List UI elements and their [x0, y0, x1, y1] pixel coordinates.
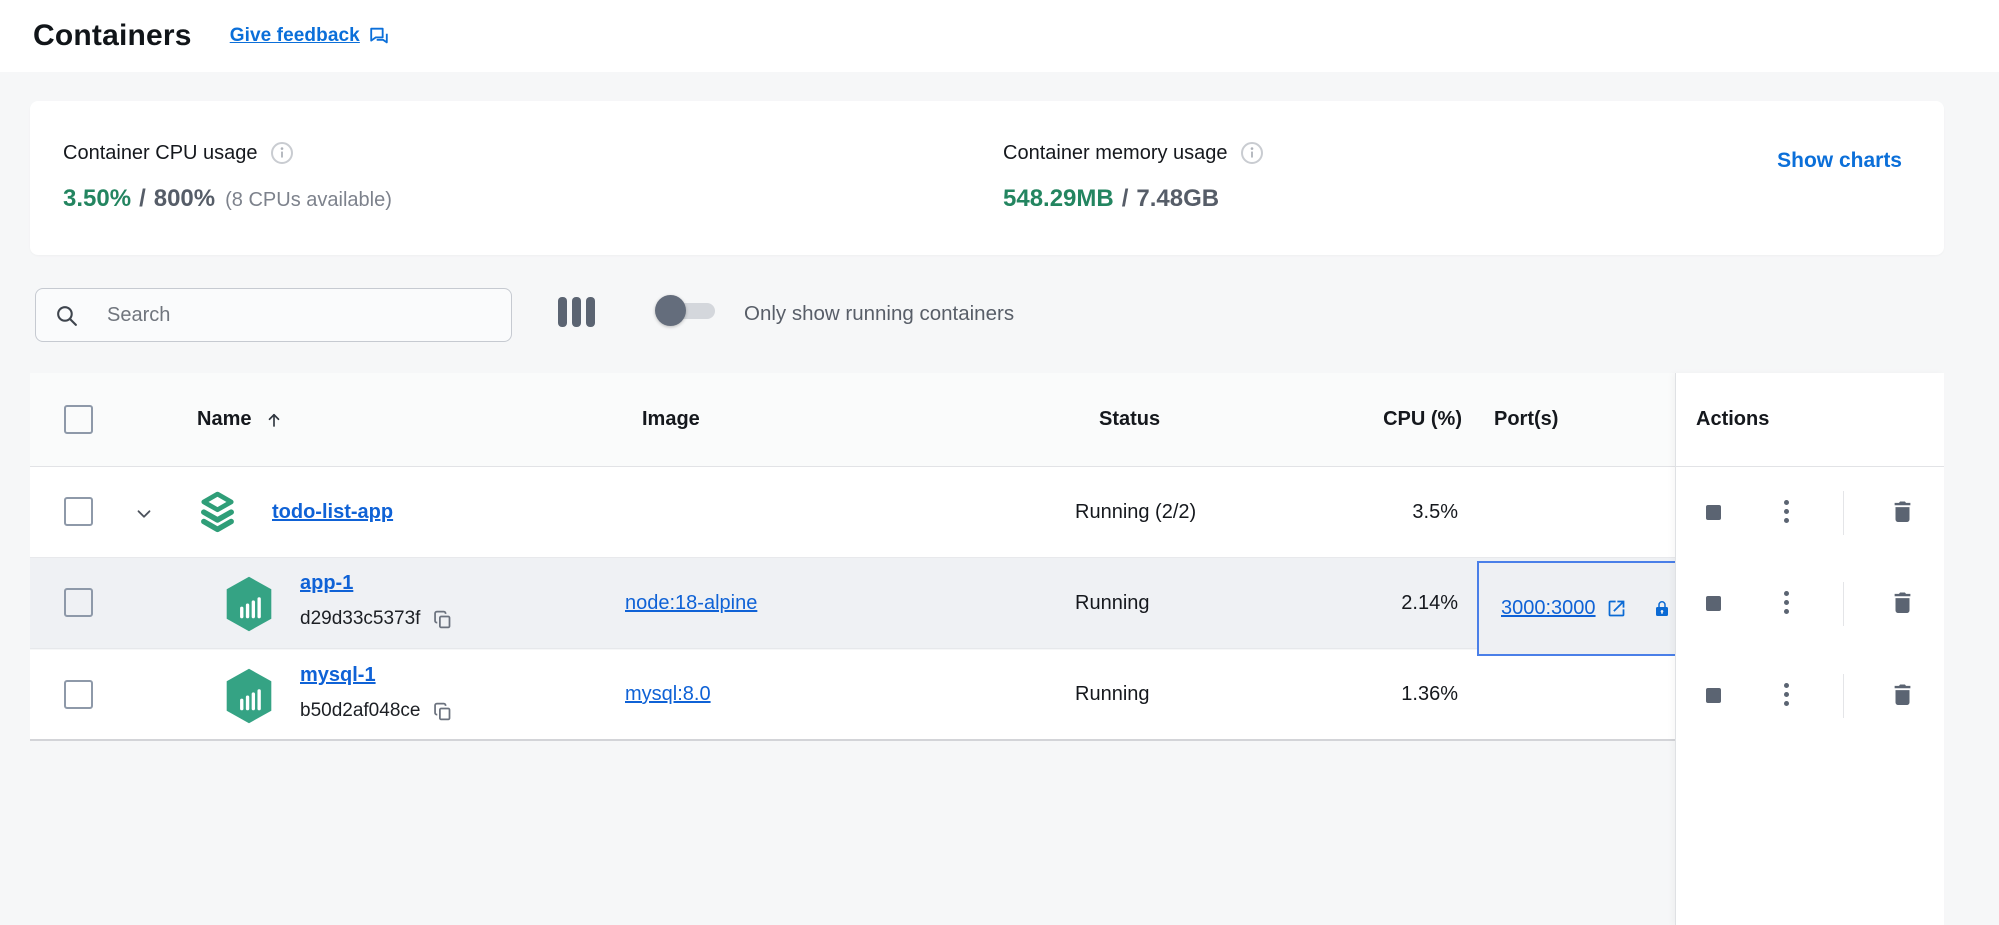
toggle-knob [655, 295, 686, 326]
open-port-external-link-icon[interactable] [1606, 598, 1627, 619]
collapse-stack-chevron-icon[interactable] [133, 503, 155, 525]
image-link[interactable]: mysql:8.0 [625, 683, 711, 706]
container-icon [222, 667, 276, 725]
memory-separator: / [1122, 185, 1129, 213]
actions-row-mysql-1 [1676, 650, 1944, 741]
stop-icon[interactable] [1706, 505, 1721, 520]
column-header-ports[interactable]: Port(s) [1494, 373, 1558, 466]
stack-name-link[interactable]: todo-list-app [272, 501, 393, 524]
container-id: b50d2af048ce [300, 700, 420, 722]
cpu-info-icon[interactable] [270, 141, 294, 165]
row-checkbox[interactable] [64, 497, 93, 526]
delete-icon[interactable] [1892, 591, 1913, 614]
column-header-image[interactable]: Image [642, 373, 700, 466]
memory-usage-label: Container memory usage [1003, 142, 1228, 165]
container-name-link[interactable]: app-1 [300, 572, 353, 594]
running-only-toggle-label: Only show running containers [744, 302, 1014, 326]
feedback-chat-icon [368, 25, 390, 47]
more-actions-icon[interactable] [1782, 589, 1791, 616]
column-header-actions: Actions [1676, 373, 1944, 467]
copy-id-icon[interactable] [432, 701, 453, 722]
sort-ascending-icon [265, 411, 283, 429]
title-bar: Containers Give feedback [0, 0, 1999, 72]
row-checkbox[interactable] [64, 680, 93, 709]
copy-id-icon[interactable] [432, 609, 453, 630]
select-all-checkbox[interactable] [64, 405, 93, 434]
cpu-usage-label: Container CPU usage [63, 142, 258, 165]
column-header-name-label: Name [197, 408, 251, 431]
actions-row-todo-list-app [1676, 467, 1944, 558]
column-header-status[interactable]: Status [1099, 373, 1160, 466]
delete-icon[interactable] [1892, 683, 1913, 706]
search-input[interactable] [107, 304, 493, 327]
container-status: Running [1075, 558, 1150, 648]
stack-status: Running (2/2) [1075, 467, 1196, 557]
table-row-todo-list-app: todo-list-app Running (2/2) 3.5% [30, 467, 1675, 558]
search-box[interactable] [35, 288, 512, 342]
compose-stack-icon [194, 489, 241, 536]
row-checkbox[interactable] [64, 588, 93, 617]
give-feedback-link[interactable]: Give feedback [230, 25, 390, 47]
container-cpu: 1.36% [1280, 650, 1458, 739]
port-cell-focused: 3000:3000 [1477, 561, 1683, 656]
container-icon [222, 575, 276, 633]
actions-row-app-1 [1676, 558, 1944, 650]
containers-page: Containers Give feedback Container CPU u… [0, 0, 1999, 925]
actions-column: Actions [1675, 373, 1944, 925]
cpu-total-value: 800% [154, 185, 215, 213]
memory-total-value: 7.48GB [1136, 185, 1219, 213]
delete-icon[interactable] [1892, 500, 1913, 523]
running-only-toggle[interactable] [655, 294, 715, 327]
show-charts-button[interactable]: Show charts [1777, 149, 1902, 173]
resource-usage-card: Container CPU usage 3.50% / 800% (8 CPUs… [30, 101, 1944, 255]
lock-icon [1653, 599, 1671, 618]
table-row-app-1: app-1 d29d33c5373f node:18-alpine Runnin… [30, 558, 1675, 649]
cpu-available-note: (8 CPUs available) [225, 189, 392, 212]
port-link[interactable]: 3000:3000 [1501, 597, 1596, 620]
cpu-used-value: 3.50% [63, 185, 131, 213]
table-header: Name Image Status CPU (%) Port(s) [30, 373, 1675, 467]
container-id: d29d33c5373f [300, 608, 420, 630]
cpu-usage-stat: Container CPU usage 3.50% / 800% (8 CPUs… [63, 141, 392, 213]
container-name-link[interactable]: mysql-1 [300, 664, 376, 686]
search-icon [54, 303, 79, 328]
actions-divider [1843, 674, 1844, 718]
image-link[interactable]: node:18-alpine [625, 592, 757, 615]
memory-usage-stat: Container memory usage 548.29MB / 7.48GB [1003, 141, 1264, 213]
column-header-cpu[interactable]: CPU (%) [1280, 373, 1462, 466]
stop-icon[interactable] [1706, 688, 1721, 703]
table-row-mysql-1: mysql-1 b50d2af048ce mysql:8.0 Running 1… [30, 650, 1675, 741]
memory-info-icon[interactable] [1240, 141, 1264, 165]
container-status: Running [1075, 650, 1150, 739]
actions-divider [1843, 582, 1844, 626]
memory-used-value: 548.29MB [1003, 185, 1114, 213]
more-actions-icon[interactable] [1782, 498, 1791, 525]
give-feedback-label: Give feedback [230, 25, 360, 47]
stop-icon[interactable] [1706, 596, 1721, 611]
stack-cpu: 3.5% [1280, 467, 1458, 557]
column-header-name[interactable]: Name [197, 373, 283, 466]
column-settings-icon[interactable] [558, 297, 595, 327]
actions-divider [1843, 491, 1844, 535]
more-actions-icon[interactable] [1782, 681, 1791, 708]
container-cpu: 2.14% [1280, 558, 1458, 648]
cpu-separator: / [139, 185, 146, 213]
page-title: Containers [33, 19, 192, 53]
